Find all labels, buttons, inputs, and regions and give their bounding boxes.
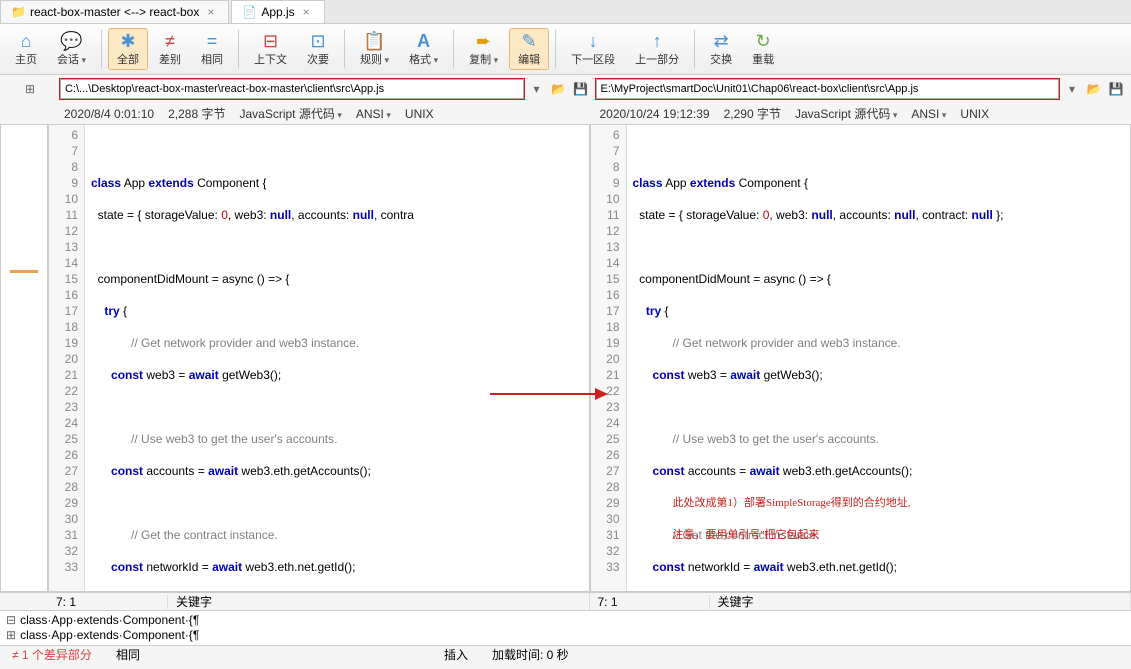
copy-button[interactable]: ➨复制: [460, 28, 507, 70]
overview-gutter[interactable]: [0, 124, 48, 592]
minor-button[interactable]: ⊡次要: [298, 28, 338, 70]
save-icon[interactable]: 💾: [1107, 80, 1125, 98]
session-button[interactable]: 💬会话: [48, 28, 95, 70]
right-encoding[interactable]: ANSI: [911, 107, 946, 121]
tab-appjs[interactable]: 📄 App.js ×: [231, 0, 324, 23]
status-row: 7: 1 关键字 7: 1 关键字: [0, 592, 1131, 610]
left-encoding[interactable]: ANSI: [356, 107, 391, 121]
footer-status: ≠ 1 个差异部分 相同 插入 加载时间: 0 秒: [0, 645, 1131, 663]
collapse-icon[interactable]: ⊟: [6, 613, 16, 627]
copy-icon: ➨: [476, 31, 491, 51]
same-button[interactable]: =相同: [192, 28, 232, 70]
main-toolbar: ⌂主页 💬会话 ✱全部 ≠差别 =相同 ⊟上下文 ⊡次要 📋规则 A格式 ➨复制…: [0, 24, 1131, 75]
path-bar: ⊞ ▾ 📂 💾 ▾ 📂 💾: [0, 75, 1131, 103]
annotation-line2: 注意，要用单引号''把它包起来: [673, 527, 820, 543]
context-button[interactable]: ⊟上下文: [245, 28, 296, 70]
right-lang[interactable]: JavaScript 源代码: [795, 105, 897, 122]
left-pane: 6789101112131415161718192021222324252627…: [48, 124, 590, 592]
home-button[interactable]: ⌂主页: [6, 28, 46, 70]
right-date: 2020/10/24 19:12:39: [600, 107, 710, 121]
dropdown-icon[interactable]: ▾: [1063, 80, 1081, 98]
left-eol: UNIX: [405, 107, 434, 121]
left-keyword-label: 关键字: [168, 593, 590, 610]
tab-compare[interactable]: 📁 react-box-master <--> react-box ×: [0, 0, 229, 23]
diff-view: 6789101112131415161718192021222324252627…: [0, 124, 1131, 592]
dropdown-icon[interactable]: ▾: [528, 80, 546, 98]
close-icon[interactable]: ×: [203, 5, 218, 19]
right-path-input[interactable]: [596, 79, 1060, 99]
meta-bar: 2020/8/4 0:01:10 2,288 字节 JavaScript 源代码…: [0, 103, 1131, 124]
reload-button[interactable]: ↻重载: [743, 28, 783, 70]
expand-icon[interactable]: ⊞: [6, 628, 16, 642]
open-folder-icon[interactable]: 📂: [550, 80, 568, 98]
save-icon[interactable]: 💾: [572, 80, 590, 98]
prev-section-button[interactable]: ↑上一部分: [626, 28, 688, 70]
edit-button[interactable]: ✎编辑: [509, 28, 549, 70]
down-icon: ↓: [589, 31, 598, 51]
right-line-numbers: 6789101112131415161718192021222324252627…: [591, 125, 627, 591]
up-icon: ↑: [653, 31, 662, 51]
outline-row[interactable]: ⊞class·App·extends·Component·{¶: [6, 628, 1125, 643]
left-date: 2020/8/4 0:01:10: [64, 107, 154, 121]
next-section-button[interactable]: ↓下一区段: [562, 28, 624, 70]
swap-icon: ⇄: [714, 31, 729, 51]
format-button[interactable]: A格式: [400, 28, 447, 70]
ne-icon: ≠: [165, 31, 175, 51]
context-icon: ⊟: [263, 31, 278, 51]
right-size: 2,290 字节: [724, 105, 781, 122]
right-keyword-label: 关键字: [710, 593, 1131, 610]
file-icon: 📄: [242, 5, 257, 19]
right-pane: 6789101112131415161718192021222324252627…: [590, 124, 1131, 592]
home-icon: ⌂: [21, 31, 32, 51]
left-cursor-pos: 7: 1: [48, 595, 168, 609]
diff-button[interactable]: ≠差别: [150, 28, 190, 70]
outline-row[interactable]: ⊟class·App·extends·Component·{¶: [6, 613, 1125, 628]
edit-icon: ✎: [522, 31, 537, 51]
swap-button[interactable]: ⇄交换: [701, 28, 741, 70]
footer-same: 相同: [104, 646, 152, 663]
close-icon[interactable]: ×: [299, 5, 314, 19]
reload-icon: ↻: [756, 31, 771, 51]
open-folder-icon[interactable]: 📂: [1085, 80, 1103, 98]
left-path-input[interactable]: [60, 79, 524, 99]
footer-insert: 插入: [432, 646, 480, 663]
annotation-line1: 此处改成第1）部署SimpleStorage得到的合约地址,: [673, 495, 911, 511]
chat-icon: 💬: [60, 31, 82, 51]
tab-label: App.js: [261, 5, 294, 19]
expand-all-icon[interactable]: ⊞: [21, 80, 39, 98]
right-code[interactable]: class App extends Component { state = { …: [627, 125, 1131, 591]
star-icon: ✱: [120, 31, 135, 51]
all-button[interactable]: ✱全部: [108, 28, 148, 70]
left-line-numbers: 6789101112131415161718192021222324252627…: [49, 125, 85, 591]
left-code[interactable]: class App extends Component { state = { …: [85, 125, 589, 591]
left-lang[interactable]: JavaScript 源代码: [239, 105, 341, 122]
ne-icon: ≠: [12, 648, 22, 662]
diff-count: ≠ 1 个差异部分: [0, 646, 104, 663]
minor-icon: ⊡: [310, 31, 325, 51]
tab-label: react-box-master <--> react-box: [30, 5, 199, 19]
format-icon: A: [417, 31, 430, 51]
folder-icon: 📁: [11, 5, 26, 19]
right-cursor-pos: 7: 1: [590, 595, 710, 609]
left-size: 2,288 字节: [168, 105, 225, 122]
outline-panel: ⊟class·App·extends·Component·{¶ ⊞class·A…: [0, 610, 1131, 645]
eq-icon: =: [207, 31, 218, 51]
document-tabs: 📁 react-box-master <--> react-box × 📄 Ap…: [0, 0, 1131, 24]
footer-loadtime: 加载时间: 0 秒: [480, 646, 581, 663]
diff-arrow-icon: [490, 384, 610, 404]
right-eol: UNIX: [960, 107, 989, 121]
rules-icon: 📋: [363, 31, 385, 51]
rules-button[interactable]: 📋规则: [351, 28, 398, 70]
